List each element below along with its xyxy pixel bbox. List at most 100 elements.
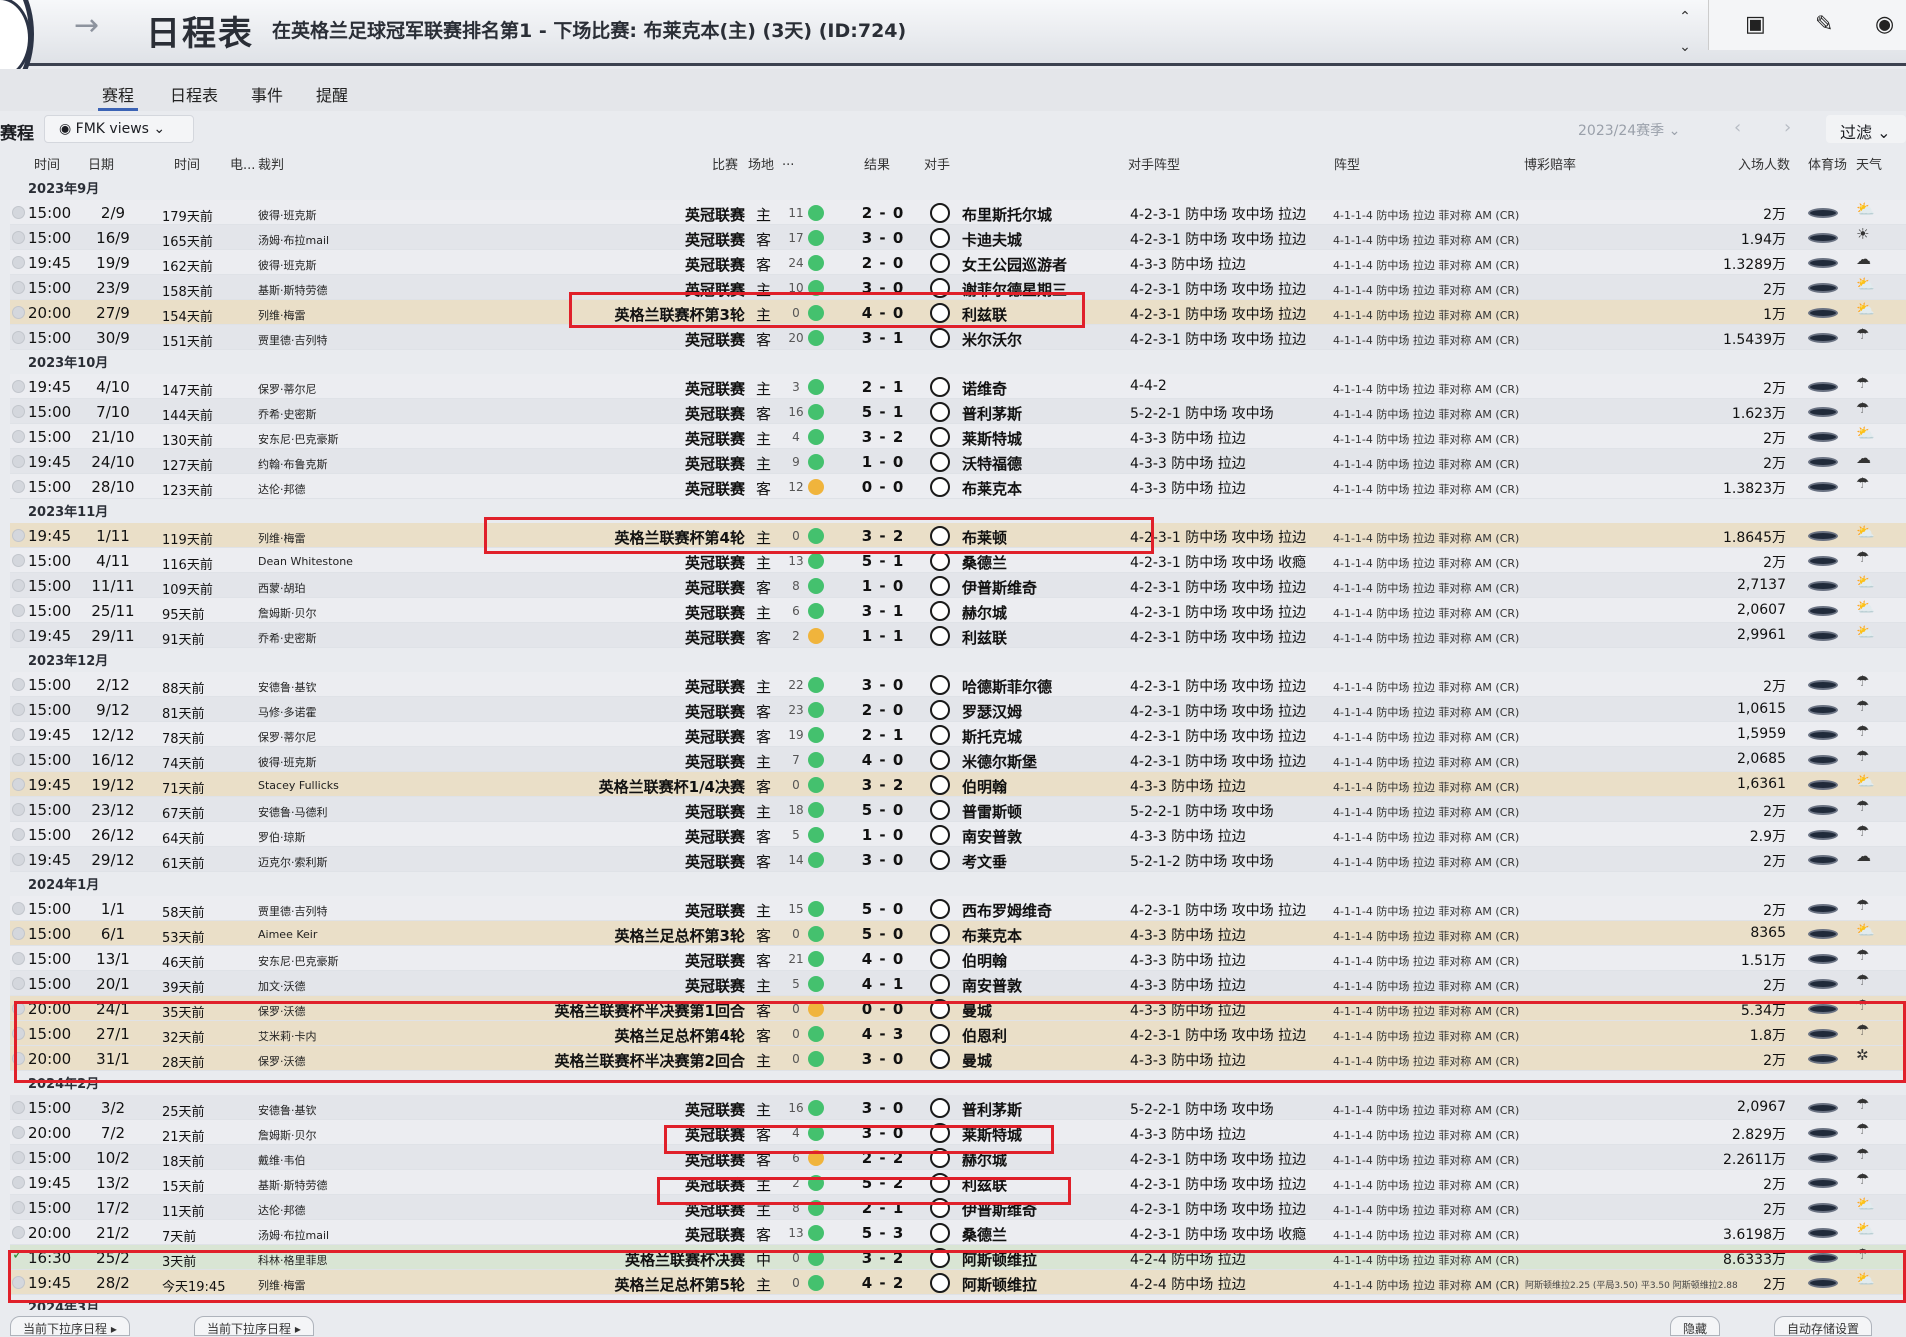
col-tv[interactable]: 电... bbox=[230, 154, 255, 173]
tab-0[interactable]: 赛程 bbox=[97, 82, 139, 111]
table-row[interactable]: 19:45 12/12 78天前 保罗·蒂尔尼 英冠联赛客 19 2 - 1 斯托克城 4-2-… bbox=[10, 722, 1906, 747]
row-select-radio[interactable] bbox=[12, 753, 25, 766]
table-row[interactable]: 15:00 25/11 95天前 詹姆斯·贝尔 英冠联赛主 6 3 - 1 赫尔城 4-2-3-… bbox=[10, 598, 1906, 623]
filter-button[interactable]: 过滤 ⌄ bbox=[1826, 115, 1906, 143]
table-row[interactable]: 15:00 28/10 123天前 达伦·邦德 英冠联赛客 12 0 - 0 布莱克本 4-3-… bbox=[10, 474, 1906, 499]
table-row[interactable]: 15:00 2/9 179天前 彼得·班克斯 英冠联赛主 11 2 - 0 布里斯托尔城 4-2… bbox=[10, 200, 1906, 225]
row-select-radio[interactable] bbox=[12, 281, 25, 294]
row-select-radio[interactable] bbox=[12, 256, 25, 269]
pencil-icon[interactable]: ✎ bbox=[1815, 12, 1833, 37]
row-select-radio[interactable] bbox=[12, 853, 25, 866]
col-formation[interactable]: 阵型 bbox=[1334, 154, 1360, 173]
opponent-name[interactable]: 布莱克本 bbox=[962, 925, 1022, 946]
opponent-name[interactable]: 女王公园巡游者 bbox=[962, 254, 1067, 275]
opponent-name[interactable]: 利兹联 bbox=[962, 627, 1007, 648]
row-select-radio[interactable] bbox=[12, 306, 25, 319]
row-select-radio[interactable] bbox=[12, 1201, 25, 1214]
table-row[interactable]: 19:45 4/10 147天前 保罗·蒂尔尼 英冠联赛主 3 2 - 1 诺维奇 4-4-2 2… bbox=[10, 374, 1906, 399]
lightbulb-icon[interactable]: ◉ bbox=[1875, 12, 1894, 37]
col-time[interactable]: 时间 bbox=[34, 154, 60, 173]
col-ago[interactable]: 时间 bbox=[174, 154, 200, 173]
row-select-radio[interactable] bbox=[12, 952, 25, 965]
table-row[interactable]: 15:00 11/11 109天前 西蒙·胡珀 英冠联赛客 8 1 - 0 伊普斯维奇 4-2-… bbox=[10, 573, 1906, 598]
table-row[interactable]: 15:00 20/1 39天前 加文·沃德 英冠联赛主 5 4 - 1 南安普敦 4-3-3 防… bbox=[10, 971, 1906, 996]
table-row[interactable]: 19:45 19/12 71天前 Stacey Fullicks 英格兰联赛杯1/4决赛… bbox=[10, 772, 1906, 797]
opponent-name[interactable]: 普利茅斯 bbox=[962, 403, 1022, 424]
opponent-name[interactable]: 沃特福德 bbox=[962, 453, 1022, 474]
opponent-name[interactable]: 莱斯特城 bbox=[962, 428, 1022, 449]
row-select-radio[interactable] bbox=[12, 455, 25, 468]
table-row[interactable]: 15:00 7/10 144天前 乔希·史密斯 英冠联赛客 16 5 - 1 普利茅斯 5-2-… bbox=[10, 399, 1906, 424]
table-row[interactable]: 15:00 2/12 88天前 安德鲁·基钦 英冠联赛主 22 3 - 0 哈德斯菲尔德 4-2… bbox=[10, 672, 1906, 697]
opponent-name[interactable]: 米尔沃尔 bbox=[962, 329, 1022, 350]
table-row[interactable]: 15:00 23/12 67天前 安德鲁·马德利 英冠联赛主 18 5 - 0 普雷斯顿 5-2… bbox=[10, 797, 1906, 822]
table-row[interactable]: 15:00 26/12 64天前 罗伯·琼斯 英冠联赛客 5 1 - 0 南安普敦 4-3-3 … bbox=[10, 822, 1906, 847]
season-dropdown[interactable]: 2023/24赛季 ⌄ bbox=[1578, 120, 1680, 140]
row-select-radio[interactable] bbox=[12, 405, 25, 418]
table-row[interactable]: 15:00 3/2 25天前 安德鲁·基钦 英冠联赛主 16 3 - 0 普利茅斯 5-2-2-… bbox=[10, 1095, 1906, 1120]
row-select-radio[interactable] bbox=[12, 1226, 25, 1239]
tab-1[interactable]: 日程表 bbox=[170, 82, 218, 106]
col-opp-formation[interactable]: 对手阵型 bbox=[1128, 154, 1180, 173]
opponent-name[interactable]: 伯明翰 bbox=[962, 776, 1007, 797]
table-row[interactable]: 19:45 29/11 91天前 乔希·史密斯 英冠联赛客 2 1 - 1 利兹联 4-2-3-… bbox=[10, 623, 1906, 648]
row-select-radio[interactable] bbox=[12, 678, 25, 691]
opponent-name[interactable]: 桑德兰 bbox=[962, 1224, 1007, 1245]
col-venue[interactable]: 场地 bbox=[748, 154, 774, 173]
table-row[interactable]: 15:00 1/1 58天前 贾里德·吉列特 英冠联赛主 15 5 - 0 西布罗姆维奇 4-2… bbox=[10, 896, 1906, 921]
col-crowd[interactable]: 入场人数 bbox=[1738, 154, 1790, 173]
opponent-name[interactable]: 伊普斯维奇 bbox=[962, 577, 1037, 598]
back-arrow-icon[interactable]: → bbox=[74, 8, 99, 43]
chevron-up-icon[interactable]: ⌃ bbox=[1674, 2, 1696, 32]
row-select-radio[interactable] bbox=[12, 977, 25, 990]
bottom-button[interactable]: 隐藏 bbox=[1670, 1316, 1721, 1336]
col-opponent[interactable]: 对手 bbox=[924, 154, 950, 173]
opponent-name[interactable]: 布莱克本 bbox=[962, 478, 1022, 499]
row-select-radio[interactable] bbox=[12, 1101, 25, 1114]
row-select-radio[interactable] bbox=[12, 1176, 25, 1189]
row-select-radio[interactable] bbox=[12, 430, 25, 443]
table-row[interactable]: 15:00 16/12 74天前 彼得·班克斯 英冠联赛主 7 4 - 0 米德尔斯堡 4-2-… bbox=[10, 747, 1906, 772]
opponent-name[interactable]: 普雷斯顿 bbox=[962, 801, 1022, 822]
table-row[interactable]: 19:45 19/9 162天前 彼得·班克斯 英冠联赛客 24 2 - 0 女王公园巡游者 4… bbox=[10, 250, 1906, 275]
col-competition[interactable]: 比赛 bbox=[712, 154, 738, 173]
opponent-name[interactable]: 南安普敦 bbox=[962, 975, 1022, 996]
opponent-name[interactable]: 普利茅斯 bbox=[962, 1099, 1022, 1120]
col-weather[interactable]: 天气 bbox=[1856, 154, 1882, 173]
row-select-radio[interactable] bbox=[12, 206, 25, 219]
row-select-radio[interactable] bbox=[12, 231, 25, 244]
opponent-name[interactable]: 罗瑟汉姆 bbox=[962, 701, 1022, 722]
table-row[interactable]: 15:00 21/10 130天前 安东尼·巴克豪斯 英冠联赛主 4 3 - 2 莱斯特城 4-… bbox=[10, 424, 1906, 449]
scroll-arrows[interactable]: ⌃ ⌄ bbox=[1674, 2, 1696, 62]
opponent-name[interactable]: 诺维奇 bbox=[962, 378, 1007, 399]
tab-2[interactable]: 事件 bbox=[251, 82, 283, 106]
row-select-radio[interactable] bbox=[12, 480, 25, 493]
opponent-name[interactable]: 卡迪夫城 bbox=[962, 229, 1022, 250]
col-result[interactable]: 结果 bbox=[864, 154, 890, 173]
table-row[interactable]: 15:00 6/1 53天前 Aimee Keir 英格兰足总杯第3轮客 0 5 - 0 布莱… bbox=[10, 921, 1906, 946]
table-row[interactable]: 19:45 29/12 61天前 迈克尔·索利斯 英冠联赛客 14 3 - 0 考文垂 5-2-… bbox=[10, 847, 1906, 872]
chevron-left-icon[interactable]: ‹ bbox=[1734, 117, 1741, 138]
row-select-radio[interactable] bbox=[12, 828, 25, 841]
opponent-name[interactable]: 米德尔斯堡 bbox=[962, 751, 1037, 772]
table-row[interactable]: 20:00 21/2 7天前 汤姆·布拉mail 英冠联赛客 13 5 - 3 桑德兰 4-2-… bbox=[10, 1220, 1906, 1245]
row-select-radio[interactable] bbox=[12, 902, 25, 915]
row-select-radio[interactable] bbox=[12, 629, 25, 642]
col-att[interactable]: ... bbox=[782, 154, 794, 169]
table-row[interactable]: 15:00 13/1 46天前 安东尼·巴克豪斯 英冠联赛客 21 4 - 0 伯明翰 4-3-… bbox=[10, 946, 1906, 971]
chevron-down-icon[interactable]: ⌄ bbox=[1674, 32, 1696, 62]
table-row[interactable]: 15:00 16/9 165天前 汤姆·布拉mail 英冠联赛客 17 3 - 0 卡迪夫城 4… bbox=[10, 225, 1906, 250]
row-select-radio[interactable] bbox=[12, 927, 25, 940]
bottom-button[interactable]: 当前下拉序日程 ▸ bbox=[194, 1316, 314, 1336]
chevron-right-icon[interactable]: › bbox=[1784, 117, 1791, 138]
id-card-icon[interactable]: ▣ bbox=[1745, 12, 1766, 37]
table-row[interactable]: 15:00 9/12 81天前 马修·多诺霍 英冠联赛客 23 2 - 0 罗瑟汉姆 4-2-3… bbox=[10, 697, 1906, 722]
opponent-name[interactable]: 斯托克城 bbox=[962, 726, 1022, 747]
opponent-name[interactable]: 布里斯托尔城 bbox=[962, 204, 1052, 225]
col-odds[interactable]: 博彩赔率 bbox=[1524, 154, 1576, 173]
row-select-radio[interactable] bbox=[12, 1126, 25, 1139]
row-select-radio[interactable] bbox=[12, 380, 25, 393]
col-stadium[interactable]: 体育场 bbox=[1808, 154, 1847, 173]
opponent-name[interactable]: 南安普敦 bbox=[962, 826, 1022, 847]
opponent-name[interactable]: 哈德斯菲尔德 bbox=[962, 676, 1052, 697]
